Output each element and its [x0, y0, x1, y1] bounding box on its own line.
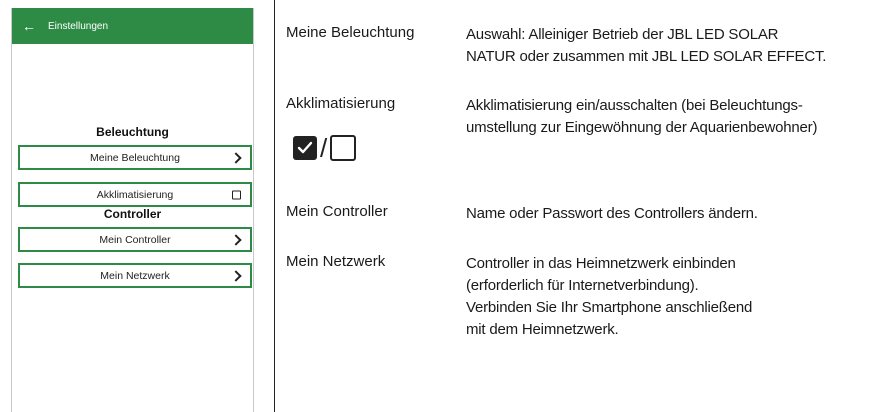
chevron-right-icon — [230, 269, 242, 282]
menu-item-label: Akklimatisierung — [96, 188, 174, 201]
desc-text-mein-controller: Name oder Passwort des Controllers änder… — [466, 205, 758, 222]
menu-item-meine-beleuchtung[interactable]: Meine Beleuchtung — [18, 145, 252, 170]
header-title: Einstellungen — [48, 20, 109, 32]
chevron-right-icon — [230, 233, 242, 246]
checkbox-unchecked-icon[interactable] — [232, 190, 241, 199]
desc-term-meine-beleuchtung: Meine Beleuchtung — [286, 24, 415, 41]
menu-item-label: Mein Netzwerk — [100, 269, 170, 282]
menu-item-mein-netzwerk[interactable]: Mein Netzwerk — [18, 263, 252, 288]
legend-separator: / — [320, 133, 328, 163]
app-header: ← Einstellungen — [12, 8, 253, 44]
back-arrow-icon[interactable]: ← — [22, 19, 36, 33]
desc-text-meine-beleuchtung: Auswahl: Alleiniger Betrieb der JBL LED … — [466, 26, 827, 65]
divider — [274, 0, 275, 412]
checkbox-unchecked-icon — [330, 135, 357, 161]
phone-screen: ← Einstellungen Beleuchtung Meine Beleuc… — [11, 8, 254, 412]
menu-item-mein-controller[interactable]: Mein Controller — [18, 227, 252, 252]
section-title-controller: Controller — [103, 207, 162, 221]
desc-term-akklimatisierung: Akklimatisierung — [286, 95, 396, 112]
desc-term-mein-controller: Mein Controller — [286, 203, 388, 220]
checkbox-legend: / — [293, 133, 357, 163]
desc-text-mein-netzwerk: Controller in das Heimnetzwerk einbinden… — [466, 255, 753, 338]
desc-text-akklimatisierung: Akklimatisierung ein/ausschalten (bei Be… — [466, 97, 818, 136]
checkbox-checked-icon — [293, 136, 317, 160]
menu-item-label: Meine Beleuchtung — [90, 151, 180, 164]
chevron-right-icon — [230, 151, 242, 164]
desc-term-mein-netzwerk: Mein Netzwerk — [286, 253, 386, 270]
menu-item-label: Mein Controller — [99, 233, 171, 246]
menu-item-akklimatisierung[interactable]: Akklimatisierung — [18, 182, 252, 207]
section-title-lighting: Beleuchtung — [96, 125, 169, 139]
